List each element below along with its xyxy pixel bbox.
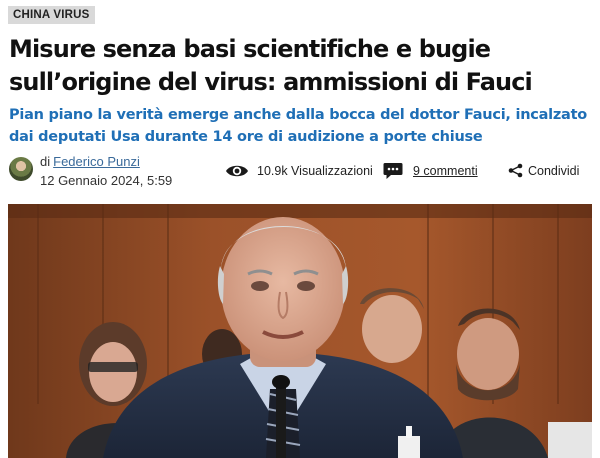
hero-image [8, 204, 592, 458]
views-counter: 10.9k Visualizzazioni [225, 163, 373, 179]
article-subtitle: Pian piano la verità emerge anche dalla … [9, 107, 587, 145]
category-tag[interactable]: CHINA VIRUS [8, 6, 95, 24]
share-label[interactable]: Condividi [528, 164, 579, 178]
author-line: di Federico Punzi [40, 154, 140, 169]
author-link[interactable]: Federico Punzi [53, 154, 140, 169]
article-title: Misure senza basi scientifiche e bugie s… [9, 35, 533, 96]
comments-link[interactable]: 9 commenti [383, 162, 478, 180]
comments-count[interactable]: 9 commenti [413, 164, 478, 178]
eye-icon [226, 165, 248, 177]
by-label: di [40, 154, 51, 169]
hearing-photo [8, 204, 592, 458]
comment-bubble-icon [383, 163, 403, 179]
share-button[interactable]: Condividi [508, 163, 579, 178]
views-count: 10.9k Visualizzazioni [257, 164, 373, 178]
share-icon [508, 163, 523, 178]
article-meta: di Federico Punzi 12 Gennaio 2024, 5:59 1… [9, 153, 594, 193]
author-avatar[interactable] [9, 157, 33, 181]
publish-date: 12 Gennaio 2024, 5:59 [40, 173, 173, 188]
